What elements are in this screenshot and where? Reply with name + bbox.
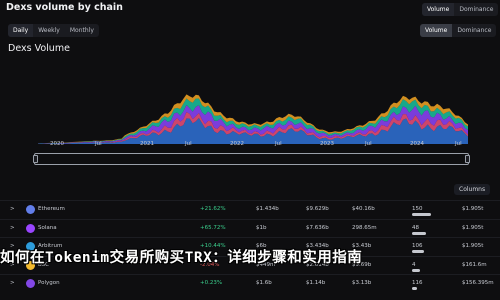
tab-metric-volume[interactable]: Volume bbox=[420, 24, 453, 37]
total-volume: $1.905t bbox=[462, 206, 484, 212]
x-tick-label: 2023 bbox=[320, 141, 334, 147]
dex-count: 48 bbox=[412, 224, 419, 231]
header: Dexs volume by chain Volume Dominance Da… bbox=[0, 0, 500, 62]
tab-weekly[interactable]: Weekly bbox=[33, 24, 65, 37]
x-tick-label: Jul bbox=[185, 141, 192, 147]
x-tick-label: 2022 bbox=[230, 141, 244, 147]
expand-chevron-icon[interactable]: > bbox=[10, 206, 15, 212]
change-24h: +21.62% bbox=[200, 206, 226, 212]
x-tick-label: Jul bbox=[455, 141, 462, 147]
brush-left-handle[interactable] bbox=[33, 155, 38, 163]
metric-toggle: Volume Dominance bbox=[420, 24, 497, 37]
volume-30d: 298.65m bbox=[352, 224, 377, 231]
tab-volume[interactable]: Volume bbox=[422, 3, 455, 16]
total-volume: $156.395m bbox=[462, 280, 494, 286]
share-bar bbox=[412, 213, 432, 216]
chain-logo-icon bbox=[26, 205, 35, 214]
volume-24h: $1b bbox=[256, 224, 267, 231]
tab-metric-dominance[interactable]: Dominance bbox=[452, 24, 496, 37]
volume-chart[interactable] bbox=[0, 60, 500, 150]
brush-right-handle[interactable] bbox=[465, 155, 470, 163]
tab-monthly[interactable]: Monthly bbox=[65, 24, 99, 37]
chain-name: Polygon bbox=[38, 280, 60, 286]
chart-title: Dexs Volume bbox=[8, 43, 70, 54]
columns-button[interactable]: Columns bbox=[454, 184, 491, 195]
dex-count: 150 bbox=[412, 206, 423, 212]
x-tick-label: 2020 bbox=[50, 141, 64, 147]
volume-24h: $1.6b bbox=[256, 280, 272, 286]
volume-7d: $9.629b bbox=[306, 206, 329, 212]
volume-7d: $7.636b bbox=[306, 224, 329, 231]
share-bar bbox=[412, 231, 426, 235]
volume-30d: $3.13b bbox=[352, 280, 372, 286]
overlay-banner: 如何在Tokenim交易所购买TRX：详细步骤和实用指南 bbox=[0, 250, 363, 266]
table-row[interactable]: > Solana +65.72% $1b $7.636b 298.65m 48 $1.905t bbox=[0, 218, 500, 238]
total-volume: $1.905t bbox=[462, 224, 484, 231]
share-bar bbox=[412, 268, 420, 272]
table-row[interactable]: > Polygon +0.23% $1.6b $1.14b $3.13b 116 $156.3… bbox=[0, 274, 500, 293]
volume-7d: $1.14b bbox=[306, 280, 326, 286]
view-toggle: Volume Dominance bbox=[422, 3, 499, 16]
chain-logo-icon bbox=[26, 223, 35, 233]
chain-name: Solana bbox=[38, 224, 57, 231]
volume-24h: $1.434b bbox=[256, 206, 279, 212]
dex-count: 116 bbox=[412, 280, 423, 286]
x-tick-label: Jul bbox=[95, 141, 102, 147]
expand-chevron-icon[interactable]: > bbox=[10, 225, 15, 231]
interval-toggle: Daily Weekly Monthly bbox=[8, 24, 99, 37]
page-title: Dexs volume by chain bbox=[6, 2, 123, 13]
x-tick-label: Jul bbox=[365, 141, 372, 147]
tab-daily[interactable]: Daily bbox=[8, 24, 34, 37]
share-bar bbox=[412, 287, 417, 290]
range-brush[interactable] bbox=[33, 153, 470, 165]
x-tick-label: 2024 bbox=[410, 141, 424, 147]
table-row[interactable]: > Ethereum +21.62% $1.434b $9.629b $40.16b 150… bbox=[0, 200, 500, 219]
change-24h: +0.23% bbox=[200, 280, 223, 286]
chain-logo-icon bbox=[26, 279, 35, 288]
x-tick-label: Jul bbox=[275, 141, 282, 147]
chain-name: Ethereum bbox=[38, 206, 65, 212]
tab-dominance[interactable]: Dominance bbox=[454, 3, 498, 16]
volume-30d: $40.16b bbox=[352, 206, 375, 212]
expand-chevron-icon[interactable]: > bbox=[10, 280, 15, 286]
chart-areas bbox=[38, 94, 468, 144]
change-24h: +65.72% bbox=[200, 224, 226, 231]
x-tick-label: 2021 bbox=[140, 141, 154, 147]
